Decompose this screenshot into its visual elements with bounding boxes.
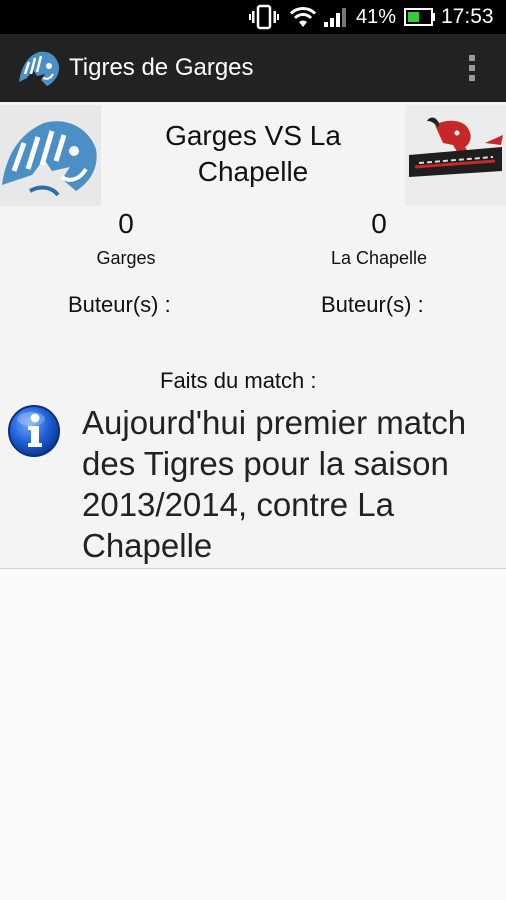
info-icon (7, 404, 61, 458)
away-team-logo (405, 105, 506, 206)
away-team-name: La Chapelle (330, 248, 428, 268)
vibrate-icon (249, 0, 279, 34)
clock: 17:53 (441, 5, 494, 28)
battery-percent: 41% (356, 5, 397, 28)
away-score: 0 (371, 208, 387, 239)
status-bar: 41% 17:53 (0, 0, 506, 34)
overflow-menu-icon[interactable] (462, 52, 482, 84)
action-bar: Tigres de Garges (0, 34, 506, 102)
home-team-logo (0, 105, 101, 206)
fact-text: Aujourd'hui premier match des Tigres pou… (82, 404, 467, 564)
facts-heading: Faits du match : (160, 368, 317, 393)
home-score: 0 (118, 208, 134, 239)
app-title: Tigres de Garges (69, 54, 254, 81)
battery-icon (404, 0, 436, 34)
empty-list-area (0, 569, 506, 900)
home-team-name: Garges (96, 248, 156, 268)
away-scorers-label: Buteur(s) : (321, 292, 424, 317)
home-scorers-label: Buteur(s) : (68, 292, 171, 317)
tiger-logo-icon[interactable] (15, 44, 63, 92)
match-title: Garges VS La Chapelle (165, 120, 341, 187)
signal-icon (323, 0, 351, 34)
match-detail: Garges VS La Chapelle 0 0 Garges La Chap… (0, 102, 506, 900)
wifi-icon (288, 0, 318, 34)
